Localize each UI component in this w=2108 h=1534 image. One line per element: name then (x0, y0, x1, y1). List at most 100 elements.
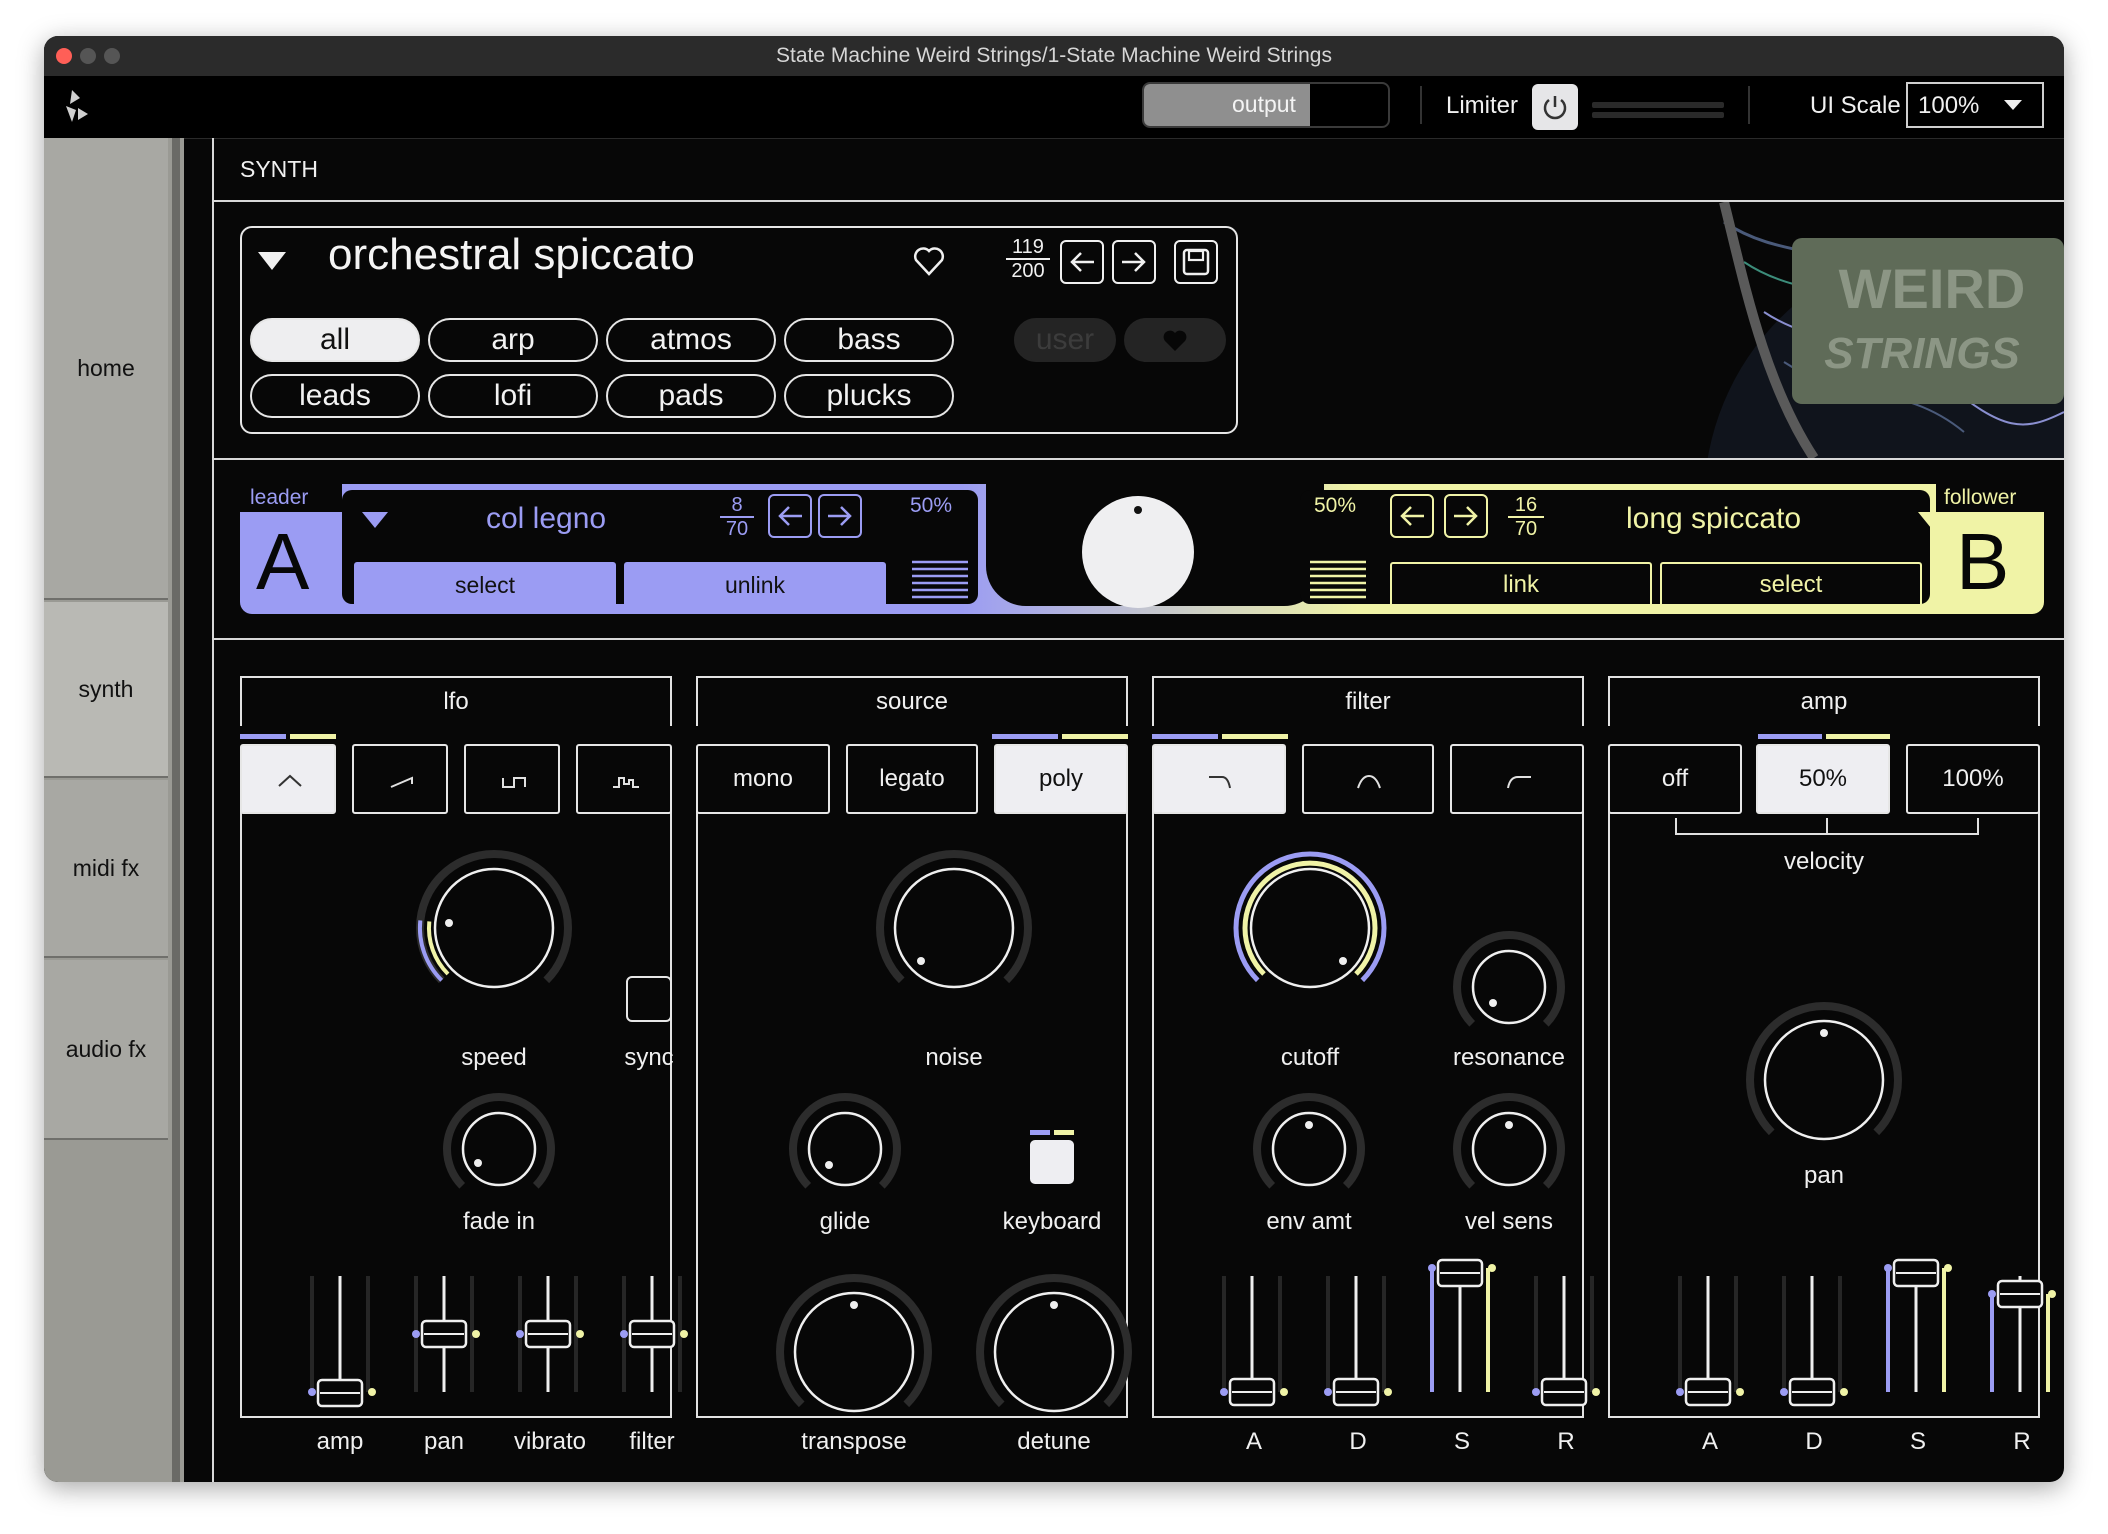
lfo-shape-square-button[interactable] (464, 744, 560, 814)
ui-scale-dropdown[interactable]: 100% (1906, 82, 2044, 128)
transpose-knob[interactable] (774, 1272, 934, 1432)
lfo-shape-random-button[interactable] (576, 744, 672, 814)
follower-select-button[interactable]: select (1660, 562, 1922, 608)
section-title: SYNTH (240, 156, 318, 182)
category-label: arp (491, 323, 535, 356)
follower-preset-name[interactable]: long spiccato (1626, 502, 1801, 536)
lfo-shape-saw-button[interactable] (352, 744, 448, 814)
sidebar-item-synth[interactable]: synth (44, 602, 168, 778)
velocity-off-button[interactable]: off (1608, 744, 1742, 814)
ui-scale-label: UI Scale (1810, 92, 1901, 119)
sidebar-item-audio-fx[interactable]: audio fx (44, 960, 168, 1140)
follower-dropdown-icon[interactable] (1918, 512, 1944, 528)
zoom-window-button[interactable] (104, 48, 120, 64)
close-window-button[interactable] (56, 48, 72, 64)
leader-tag: leader (240, 484, 342, 512)
sidebar-item-home[interactable]: home (44, 138, 168, 600)
follower-index: 16 (1508, 494, 1544, 518)
leader-preset-name[interactable]: col legno (486, 502, 606, 536)
lfo-filter-slider[interactable] (614, 1272, 694, 1412)
sidebar-item-label: midi fx (72, 854, 140, 881)
amp-release-slider[interactable] (1982, 1272, 2062, 1412)
favorites-filter-button[interactable] (1124, 318, 1226, 362)
saw-wave-icon (390, 776, 413, 788)
category-lofi[interactable]: lofi (428, 374, 598, 418)
filter-type-lowpass-button[interactable] (1152, 744, 1286, 814)
cutoff-knob[interactable] (1230, 848, 1390, 1008)
detune-knob[interactable] (974, 1272, 1134, 1432)
source-mode-mono-button[interactable]: mono (696, 744, 830, 814)
vel-sens-knob[interactable] (1453, 1093, 1565, 1204)
limiter-power-button[interactable] (1532, 84, 1578, 130)
category-leads[interactable]: leads (250, 374, 420, 418)
preset-next-button[interactable] (1112, 240, 1156, 284)
follower-next-button[interactable] (1444, 494, 1488, 538)
leader-select-button[interactable]: select (354, 562, 616, 608)
preset-dropdown-icon[interactable] (258, 252, 286, 270)
layer-balance-knob[interactable] (1082, 496, 1194, 608)
amp-attack-slider[interactable] (1670, 1272, 1750, 1412)
category-atmos[interactable]: atmos (606, 318, 776, 362)
lfo-filter-label: filter (629, 1428, 675, 1455)
leader-unlink-button[interactable]: unlink (624, 562, 886, 608)
preset-prev-button[interactable] (1060, 240, 1104, 284)
preset-total: 200 (1011, 260, 1045, 282)
follower-tag-label: follower (1944, 486, 2017, 509)
sidebar-item-label: synth (78, 675, 134, 702)
resonance-knob[interactable] (1453, 931, 1565, 1042)
lfo-amp-slider[interactable] (302, 1272, 382, 1412)
amp-sustain-slider[interactable] (1878, 1258, 1958, 1412)
category-arp[interactable]: arp (428, 318, 598, 362)
amp-pan-knob[interactable] (1744, 1000, 1904, 1160)
follower-link-button[interactable]: link (1390, 562, 1652, 608)
glide-label: glide (819, 1208, 871, 1235)
filter-attack-slider[interactable] (1214, 1272, 1294, 1412)
lfo-pan-slider[interactable] (406, 1272, 486, 1412)
env-amt-knob[interactable] (1253, 1093, 1365, 1204)
output-meter[interactable]: output (1142, 82, 1390, 128)
source-panel-title: source (696, 676, 1128, 726)
category-pads[interactable]: pads (606, 374, 776, 418)
env-amt-label: env amt (1266, 1208, 1352, 1235)
sidebar-item-midi-fx[interactable]: midi fx (44, 780, 168, 958)
sidebar-scrollbar[interactable] (172, 138, 180, 1482)
velocity-50-button[interactable]: 50% (1756, 744, 1890, 814)
random-wave-icon (613, 777, 639, 788)
glide-knob[interactable] (789, 1093, 901, 1204)
filter-type-highpass-button[interactable] (1450, 744, 1584, 814)
filter-decay-slider[interactable] (1318, 1272, 1398, 1412)
leader-dropdown-icon[interactable] (362, 512, 388, 528)
fade-in-knob[interactable] (443, 1093, 555, 1204)
noise-knob[interactable] (874, 848, 1034, 1008)
velocity-bracket (1675, 818, 1979, 835)
source-mode-legato-button[interactable]: legato (846, 744, 978, 814)
heart-outline-icon[interactable] (912, 246, 946, 276)
amp-decay-slider[interactable] (1774, 1272, 1854, 1412)
keyboard-toggle[interactable] (1030, 1140, 1074, 1184)
mode-label: poly (1038, 765, 1084, 792)
lfo-shape-sine-button[interactable] (240, 744, 336, 814)
category-label: plucks (826, 379, 912, 412)
velocity-option-label: 50% (1798, 765, 1848, 792)
filter-sustain-slider[interactable] (1422, 1258, 1502, 1412)
filter-release-slider[interactable] (1526, 1272, 1606, 1412)
lfo-vibrato-slider[interactable] (510, 1272, 590, 1412)
category-bass[interactable]: bass (784, 318, 954, 362)
sidebar-item-label: home (77, 354, 135, 381)
save-preset-button[interactable] (1174, 240, 1218, 284)
category-all[interactable]: all (250, 318, 420, 362)
category-plucks[interactable]: plucks (784, 374, 954, 418)
velocity-100-button[interactable]: 100% (1906, 744, 2040, 814)
user-filter-button[interactable]: user (1014, 318, 1116, 362)
follower-prev-button[interactable] (1390, 494, 1434, 538)
speed-knob[interactable] (414, 848, 574, 1008)
filter-decay-label: D (1349, 1428, 1367, 1455)
leader-prev-button[interactable] (768, 494, 812, 538)
filter-type-bandpass-button[interactable] (1302, 744, 1434, 814)
app-logo-icon (66, 90, 88, 122)
preset-name[interactable]: orchestral spiccato (328, 230, 695, 280)
sync-toggle[interactable] (626, 976, 672, 1022)
source-mode-poly-button[interactable]: poly (994, 744, 1128, 814)
minimize-window-button[interactable] (80, 48, 96, 64)
leader-next-button[interactable] (818, 494, 862, 538)
